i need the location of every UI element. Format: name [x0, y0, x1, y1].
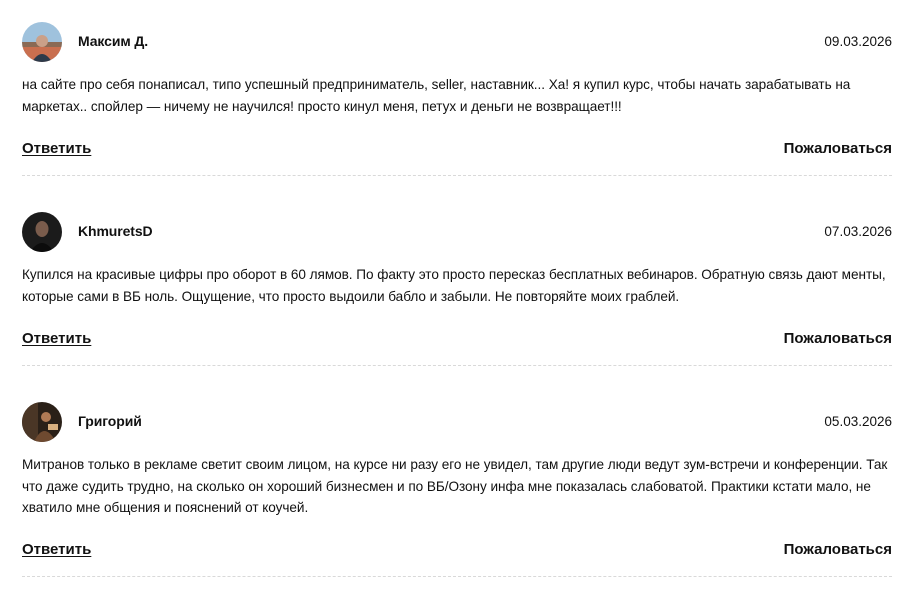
comment-header: Максим Д. 09.03.2026: [22, 22, 892, 64]
comments-list: Максим Д. 09.03.2026 на сайте про себя п…: [0, 0, 901, 593]
comment-divider: [22, 576, 892, 577]
reply-link[interactable]: Ответить: [22, 140, 91, 157]
comment-actions: Ответить Пожаловаться: [22, 140, 892, 162]
avatar-photo: [22, 402, 62, 442]
comment-text: на сайте про себя понаписал, типо успешн…: [22, 77, 851, 114]
comment-divider: [22, 365, 892, 366]
comment-text: Купился на красивые цифры про оборот в 6…: [22, 267, 886, 304]
comment-actions: Ответить Пожаловаться: [22, 330, 892, 352]
comment-date: 07.03.2026: [824, 224, 892, 239]
comment-header: KhmuretsD 07.03.2026: [22, 212, 892, 254]
reply-link[interactable]: Ответить: [22, 330, 91, 347]
report-link[interactable]: Пожаловаться: [784, 541, 892, 558]
report-link[interactable]: Пожаловаться: [784, 140, 892, 157]
comment-divider: [22, 175, 892, 176]
comment-item: Максим Д. 09.03.2026 на сайте про себя п…: [22, 22, 892, 176]
comment-text: Митранов только в рекламе светит своим л…: [22, 457, 888, 515]
comment-author: Максим Д.: [78, 33, 149, 49]
comment-date: 05.03.2026: [824, 414, 892, 429]
comment-author: Григорий: [78, 413, 142, 429]
reply-link[interactable]: Ответить: [22, 541, 91, 558]
comment-author: KhmuretsD: [78, 223, 153, 239]
comment-actions: Ответить Пожаловаться: [22, 541, 892, 563]
comment-item: KhmuretsD 07.03.2026 Купился на красивые…: [22, 212, 892, 366]
comment-item: Григорий 05.03.2026 Митранов только в ре…: [22, 402, 892, 577]
avatar[interactable]: [22, 212, 62, 252]
report-link[interactable]: Пожаловаться: [784, 330, 892, 347]
avatar[interactable]: [22, 22, 62, 62]
avatar[interactable]: [22, 402, 62, 442]
avatar-photo: [22, 212, 62, 252]
avatar-photo: [22, 22, 62, 62]
comment-header: Григорий 05.03.2026: [22, 402, 892, 444]
comment-date: 09.03.2026: [824, 34, 892, 49]
